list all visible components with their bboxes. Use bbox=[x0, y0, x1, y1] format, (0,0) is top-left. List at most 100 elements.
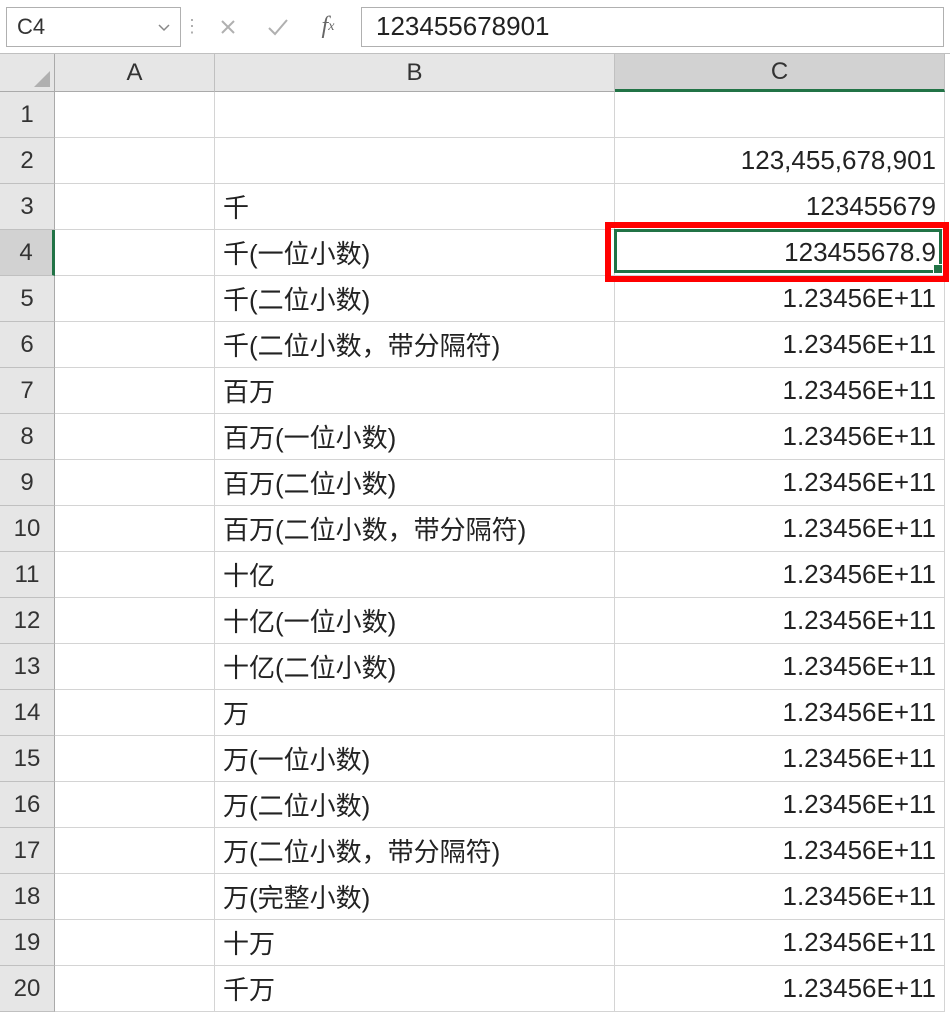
cell[interactable]: 1.23456E+11 bbox=[615, 276, 945, 322]
table-row: 千(一位小数)123455678.9 bbox=[55, 230, 950, 276]
row-header[interactable]: 18 bbox=[0, 874, 55, 920]
cell[interactable]: 千 bbox=[215, 184, 615, 230]
cell[interactable] bbox=[55, 920, 215, 966]
insert-function-button[interactable]: fx bbox=[303, 7, 353, 47]
cell[interactable] bbox=[215, 92, 615, 138]
cell[interactable]: 十亿 bbox=[215, 552, 615, 598]
cell[interactable] bbox=[55, 644, 215, 690]
cell[interactable]: 1.23456E+11 bbox=[615, 782, 945, 828]
row-header[interactable]: 7 bbox=[0, 368, 55, 414]
cell[interactable]: 1.23456E+11 bbox=[615, 460, 945, 506]
cell[interactable] bbox=[55, 506, 215, 552]
cell[interactable]: 十亿(二位小数) bbox=[215, 644, 615, 690]
row-header[interactable]: 13 bbox=[0, 644, 55, 690]
enter-button[interactable] bbox=[253, 7, 303, 47]
cell[interactable]: 123455679 bbox=[615, 184, 945, 230]
cell[interactable]: 1.23456E+11 bbox=[615, 920, 945, 966]
cell[interactable]: 百万(一位小数) bbox=[215, 414, 615, 460]
cell[interactable]: 万 bbox=[215, 690, 615, 736]
table-row: 万(一位小数)1.23456E+11 bbox=[55, 736, 950, 782]
row-header[interactable]: 11 bbox=[0, 552, 55, 598]
cell[interactable]: 1.23456E+11 bbox=[615, 598, 945, 644]
row-header[interactable]: 14 bbox=[0, 690, 55, 736]
name-box-dropdown-icon[interactable] bbox=[158, 19, 170, 35]
table-row: 十亿1.23456E+11 bbox=[55, 552, 950, 598]
cell[interactable]: 万(一位小数) bbox=[215, 736, 615, 782]
cell[interactable]: 1.23456E+11 bbox=[615, 414, 945, 460]
cell[interactable]: 千(二位小数，带分隔符) bbox=[215, 322, 615, 368]
cell[interactable] bbox=[215, 138, 615, 184]
cell[interactable]: 1.23456E+11 bbox=[615, 690, 945, 736]
row-header[interactable]: 16 bbox=[0, 782, 55, 828]
row-header[interactable]: 3 bbox=[0, 184, 55, 230]
table-row: 十万1.23456E+11 bbox=[55, 920, 950, 966]
cell[interactable]: 十万 bbox=[215, 920, 615, 966]
table-row: 万(二位小数，带分隔符)1.23456E+11 bbox=[55, 828, 950, 874]
table-row: 百万(二位小数，带分隔符)1.23456E+11 bbox=[55, 506, 950, 552]
cell[interactable]: 1.23456E+11 bbox=[615, 874, 945, 920]
cell[interactable] bbox=[55, 92, 215, 138]
name-box[interactable]: C4 bbox=[6, 7, 181, 47]
row-header[interactable]: 1 bbox=[0, 92, 55, 138]
cell[interactable] bbox=[55, 782, 215, 828]
row-header[interactable]: 2 bbox=[0, 138, 55, 184]
cell[interactable] bbox=[55, 874, 215, 920]
row-header[interactable]: 15 bbox=[0, 736, 55, 782]
cell[interactable] bbox=[55, 690, 215, 736]
cell[interactable] bbox=[55, 414, 215, 460]
row-header[interactable]: 17 bbox=[0, 828, 55, 874]
row-header[interactable]: 20 bbox=[0, 966, 55, 1012]
cell[interactable]: 123,455,678,901 bbox=[615, 138, 945, 184]
row-header[interactable]: 5 bbox=[0, 276, 55, 322]
cell[interactable]: 1.23456E+11 bbox=[615, 736, 945, 782]
cell[interactable] bbox=[615, 92, 945, 138]
cell[interactable]: 百万(二位小数) bbox=[215, 460, 615, 506]
cell[interactable]: 千万 bbox=[215, 966, 615, 1012]
cell[interactable] bbox=[55, 598, 215, 644]
cell[interactable] bbox=[55, 552, 215, 598]
cell[interactable] bbox=[55, 230, 215, 276]
cell[interactable]: 万(完整小数) bbox=[215, 874, 615, 920]
cell[interactable]: 十亿(一位小数) bbox=[215, 598, 615, 644]
cell[interactable]: 1.23456E+11 bbox=[615, 828, 945, 874]
cell[interactable]: 1.23456E+11 bbox=[615, 368, 945, 414]
row-headers: 1234567891011121314151617181920 bbox=[0, 92, 55, 1012]
cell[interactable]: 1.23456E+11 bbox=[615, 966, 945, 1012]
cell[interactable] bbox=[55, 966, 215, 1012]
cell[interactable]: 1.23456E+11 bbox=[615, 644, 945, 690]
row-header[interactable]: 12 bbox=[0, 598, 55, 644]
cancel-button[interactable] bbox=[203, 7, 253, 47]
row-header[interactable]: 19 bbox=[0, 920, 55, 966]
cell[interactable]: 百万 bbox=[215, 368, 615, 414]
cell[interactable]: 百万(二位小数，带分隔符) bbox=[215, 506, 615, 552]
column-header-a[interactable]: A bbox=[55, 54, 215, 92]
row-header[interactable]: 4 bbox=[0, 230, 55, 276]
cell[interactable]: 千(二位小数) bbox=[215, 276, 615, 322]
cell[interactable]: 123455678.9 bbox=[615, 230, 945, 276]
column-header-b[interactable]: B bbox=[215, 54, 615, 92]
table-row: 百万(二位小数)1.23456E+11 bbox=[55, 460, 950, 506]
table-row: 十亿(一位小数)1.23456E+11 bbox=[55, 598, 950, 644]
cell[interactable]: 1.23456E+11 bbox=[615, 552, 945, 598]
row-header[interactable]: 9 bbox=[0, 460, 55, 506]
cell[interactable] bbox=[55, 184, 215, 230]
row-header[interactable]: 8 bbox=[0, 414, 55, 460]
cell[interactable] bbox=[55, 736, 215, 782]
cell[interactable] bbox=[55, 460, 215, 506]
column-header-c[interactable]: C bbox=[615, 54, 945, 92]
select-all-corner[interactable] bbox=[0, 54, 55, 92]
formula-input-value: 123455678901 bbox=[376, 11, 550, 42]
cell[interactable]: 1.23456E+11 bbox=[615, 322, 945, 368]
cell[interactable] bbox=[55, 828, 215, 874]
cell[interactable] bbox=[55, 276, 215, 322]
cell[interactable]: 1.23456E+11 bbox=[615, 506, 945, 552]
cell[interactable] bbox=[55, 138, 215, 184]
row-header[interactable]: 6 bbox=[0, 322, 55, 368]
cell[interactable] bbox=[55, 368, 215, 414]
cell[interactable]: 千(一位小数) bbox=[215, 230, 615, 276]
cell[interactable]: 万(二位小数) bbox=[215, 782, 615, 828]
cell[interactable]: 万(二位小数，带分隔符) bbox=[215, 828, 615, 874]
formula-input[interactable]: 123455678901 bbox=[361, 7, 944, 47]
cell[interactable] bbox=[55, 322, 215, 368]
row-header[interactable]: 10 bbox=[0, 506, 55, 552]
